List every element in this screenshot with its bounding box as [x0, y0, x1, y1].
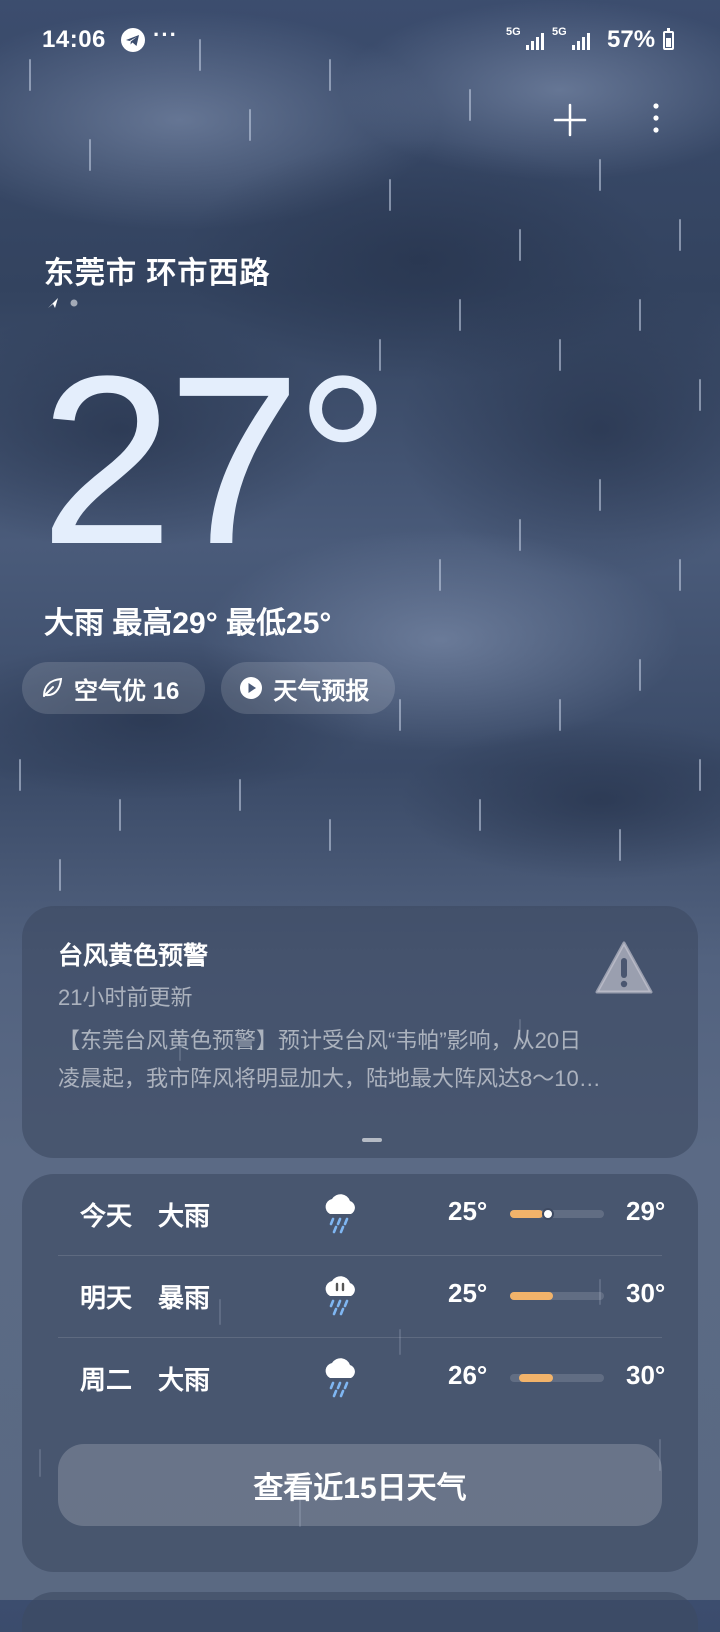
alert-body-line1: 【东莞台风黄色预警】预计受台风“韦帕”影响，从20日 [58, 1028, 582, 1053]
forecast-day: 明天 [80, 1283, 133, 1313]
sim2-label: 5G [552, 26, 567, 38]
forecast-row-today[interactable]: 今天 大雨 25° 29° [58, 1174, 666, 1256]
air-quality-label: 空气优 16 [74, 677, 180, 705]
temperature-range-bar [510, 1374, 604, 1382]
forecast-low: 25° [448, 1278, 488, 1308]
status-bar: 14:06 ··· 5G 5G 57% [0, 0, 720, 80]
battery-percent: 57% [607, 26, 656, 53]
forecast-high: 30° [626, 1360, 666, 1390]
temperature-range-fill [519, 1374, 554, 1382]
forecast-day: 今天 [80, 1201, 133, 1231]
location-name[interactable]: 东莞市 环市西路 [44, 248, 270, 292]
heavy-rain-icon [320, 1190, 360, 1234]
forecast-high: 29° [626, 1196, 666, 1226]
battery-icon [663, 28, 674, 50]
forecast-high: 30° [626, 1278, 666, 1308]
rainstorm-icon [320, 1272, 360, 1316]
typhoon-alert-card[interactable]: 台风黄色预警 21小时前更新 【东莞台风黄色预警】预计受台风“韦帕”影响，从20… [22, 906, 698, 1158]
weather-forecast-chip[interactable]: 天气预报 [221, 662, 396, 714]
current-temperature: 27° [40, 326, 391, 594]
location-indicator [46, 296, 106, 310]
status-time: 14:06 [42, 26, 106, 53]
forecast-row-tuesday[interactable]: 周二 大雨 26° 30° [58, 1338, 666, 1420]
warning-icon [594, 940, 654, 996]
navigation-arrow-icon [48, 298, 58, 308]
page-dot [70, 299, 78, 307]
daily-forecast-card: 今天 大雨 25° 29° 明天 暴雨 25° 30° 周二 大雨 26° 30… [22, 1174, 698, 1572]
current-temperature-marker [541, 1208, 554, 1220]
forecast-low: 26° [448, 1360, 488, 1390]
more-notifications-icon: ··· [153, 22, 178, 47]
alert-body: 【东莞台风黄色预警】预计受台风“韦帕”影响，从20日 凌晨起，我市阵风将明显加大… [58, 1022, 678, 1098]
forecast-day: 周二 [80, 1365, 133, 1395]
more-vertical-icon[interactable] [648, 100, 664, 140]
play-icon [239, 676, 263, 700]
page-indicator [362, 1138, 382, 1142]
forecast-condition: 大雨 [158, 1365, 211, 1395]
air-quality-chip[interactable]: 空气优 16 [22, 662, 206, 714]
forecast-condition: 暴雨 [158, 1283, 211, 1313]
sim1-signal-icon: 5G [506, 26, 544, 52]
alert-title: 台风黄色预警 [58, 942, 209, 970]
view-15-day-forecast-button[interactable]: 查看近15日天气 [58, 1444, 662, 1526]
forecast-low: 25° [448, 1196, 488, 1226]
forecast-row-tomorrow[interactable]: 明天 暴雨 25° 30° [58, 1256, 666, 1338]
weather-summary: 大雨 最高29° 最低25° [44, 607, 332, 640]
temperature-range-fill [510, 1210, 543, 1218]
heavy-rain-icon [320, 1354, 360, 1398]
alert-body-line2: 凌晨起，我市阵风将明显加大，陆地最大阵风达8～10… [58, 1066, 601, 1091]
next-card [22, 1592, 698, 1632]
telegram-icon [121, 28, 145, 52]
chip-row: 空气优 16 天气预报 [22, 662, 396, 714]
forecast-condition: 大雨 [158, 1201, 211, 1231]
weather-forecast-label: 天气预报 [273, 677, 370, 705]
temperature-range-fill [510, 1292, 554, 1300]
temperature-range-bar [510, 1208, 604, 1220]
plus-icon[interactable] [552, 102, 588, 138]
sim1-label: 5G [506, 26, 521, 38]
temperature-range-bar [510, 1292, 604, 1300]
alert-updated: 21小时前更新 [58, 985, 193, 1010]
leaf-icon [40, 676, 64, 700]
sim2-signal-icon: 5G [552, 26, 590, 52]
